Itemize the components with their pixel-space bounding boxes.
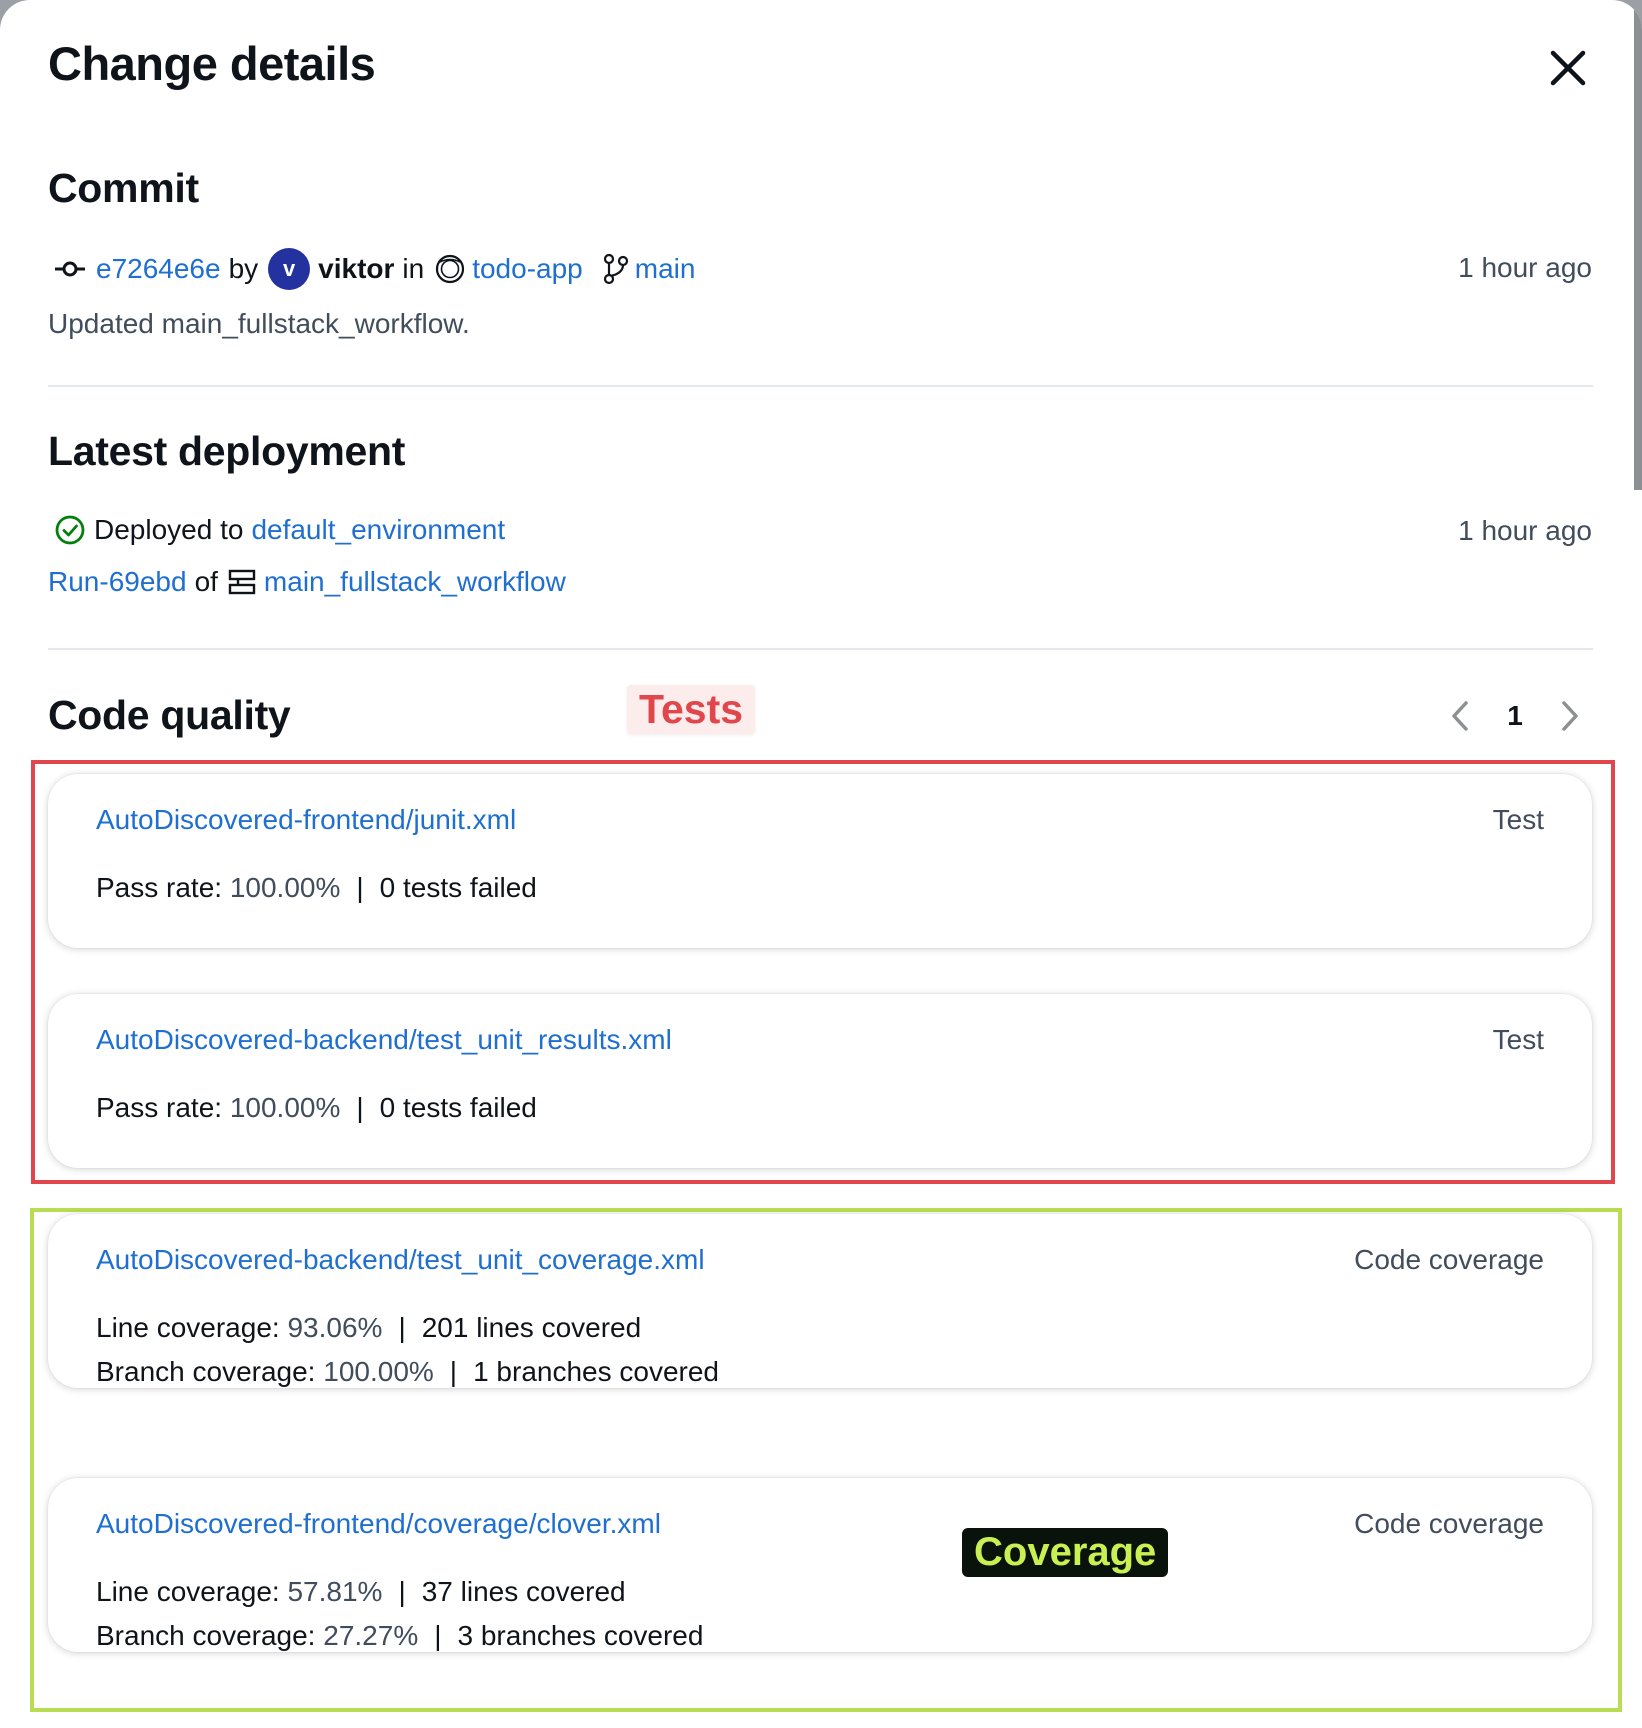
deployment-time: 1 hour ago: [1458, 515, 1592, 546]
avatar: v: [268, 248, 311, 290]
metric-detail: 37 lines covered: [421, 1576, 626, 1607]
metric-separator: |: [449, 1356, 458, 1387]
metric-detail: 3 branches covered: [457, 1620, 704, 1651]
repository-icon: [434, 253, 466, 285]
metric-label: Branch coverage:: [96, 1356, 324, 1387]
commit-section-title: Commit: [48, 165, 199, 211]
commit-author: viktor: [318, 253, 395, 284]
metric-label: Pass rate:: [96, 1092, 230, 1123]
metric-value: 27.27%: [323, 1620, 419, 1651]
metric-separator: |: [434, 1620, 442, 1651]
scrollbar[interactable]: [1634, 0, 1642, 490]
commit-row: e7264e6e by v viktor in todo-app main: [48, 248, 695, 290]
metric-label: Line coverage:: [96, 1576, 288, 1607]
metric-detail: 201 lines covered: [421, 1312, 642, 1343]
commit-id-link[interactable]: e7264e6e: [96, 253, 221, 285]
report-type: Test: [1492, 1024, 1544, 1055]
quality-report-card: AutoDiscovered-frontend/junit.xml Test P…: [48, 774, 1592, 948]
run-of-text: of: [194, 566, 218, 597]
commit-by-text: by: [228, 253, 259, 284]
quality-report-card: AutoDiscovered-backend/test_unit_results…: [48, 994, 1592, 1168]
report-metric-line: Line coverage: 93.06% | 201 lines covered: [96, 1312, 641, 1344]
code-quality-section-title: Code quality: [48, 692, 291, 738]
change-details-panel: Change details Commit e7264e6e by v vikt…: [0, 0, 1642, 1728]
metric-value: 57.81%: [287, 1576, 383, 1607]
deployment-row: Deployed to default_environment: [48, 514, 505, 546]
chevron-right-icon: [1562, 701, 1578, 731]
panel-title: Change details: [48, 37, 376, 90]
report-type: Code coverage: [1354, 1508, 1544, 1539]
close-icon: [1550, 50, 1586, 86]
commit-in-text: in: [402, 253, 425, 284]
report-link[interactable]: AutoDiscovered-frontend/junit.xml: [96, 804, 516, 836]
environment-link[interactable]: default_environment: [251, 514, 505, 546]
deployment-section-title: Latest deployment: [48, 428, 406, 474]
next-page-button[interactable]: [1550, 696, 1590, 736]
commit-icon: [54, 257, 86, 281]
close-button[interactable]: [1544, 44, 1592, 92]
section-divider: [48, 648, 1593, 650]
metric-label: Branch coverage:: [96, 1620, 324, 1651]
metric-separator: |: [356, 1092, 364, 1123]
metric-detail: 1 branches covered: [473, 1356, 720, 1387]
tests-annotation-label: Tests: [627, 685, 756, 734]
run-row: Run-69ebd of main_fullstack_workflow: [48, 566, 566, 598]
metric-value: 100.00%: [323, 1356, 434, 1387]
quality-report-card: AutoDiscovered-backend/test_unit_coverag…: [48, 1214, 1592, 1388]
report-type: Test: [1492, 804, 1544, 835]
previous-page-button[interactable]: [1440, 696, 1480, 736]
report-type: Code coverage: [1354, 1244, 1544, 1275]
metric-detail: 0 tests failed: [379, 872, 537, 903]
quality-report-card: AutoDiscovered-frontend/coverage/clover.…: [48, 1478, 1592, 1652]
repository-link[interactable]: todo-app: [472, 253, 583, 285]
section-divider: [48, 385, 1593, 387]
coverage-annotation-label: Coverage: [962, 1528, 1169, 1577]
commit-time: 1 hour ago: [1458, 252, 1592, 283]
metric-detail: 0 tests failed: [379, 1092, 537, 1123]
metric-separator: |: [356, 872, 364, 903]
chevron-left-icon: [1452, 701, 1468, 731]
branch-icon: [603, 253, 629, 285]
metric-value: 100.00%: [229, 872, 341, 903]
metric-value: 100.00%: [229, 1092, 341, 1123]
report-metric-line: Branch coverage: 100.00% | 1 branches cove…: [96, 1356, 719, 1388]
metric-value: 93.06%: [287, 1312, 383, 1343]
current-page-number[interactable]: 1: [1480, 700, 1550, 732]
report-link[interactable]: AutoDiscovered-frontend/coverage/clover.…: [96, 1508, 661, 1540]
metric-label: Pass rate:: [96, 872, 230, 903]
metric-separator: |: [398, 1576, 406, 1607]
check-circle-icon: [54, 514, 86, 546]
report-link[interactable]: AutoDiscovered-backend/test_unit_coverag…: [96, 1244, 705, 1276]
deployed-to-text: Deployed to: [94, 514, 244, 545]
report-metric-line: Pass rate: 100.00% | 0 tests failed: [96, 1092, 537, 1124]
metric-separator: |: [398, 1312, 406, 1343]
report-metric-line: Line coverage: 57.81% | 37 lines covered: [96, 1576, 626, 1608]
report-metric-line: Pass rate: 100.00% | 0 tests failed: [96, 872, 537, 904]
run-link[interactable]: Run-69ebd: [48, 566, 187, 598]
report-link[interactable]: AutoDiscovered-backend/test_unit_results…: [96, 1024, 672, 1056]
pagination: 1: [1440, 696, 1590, 736]
workflow-link[interactable]: main_fullstack_workflow: [264, 566, 566, 598]
metric-label: Line coverage:: [96, 1312, 288, 1343]
commit-message: Updated main_fullstack_workflow.: [48, 308, 470, 339]
report-metric-line: Branch coverage: 27.27% | 3 branches cover…: [96, 1620, 703, 1652]
branch-link[interactable]: main: [635, 253, 696, 285]
workflow-icon: [228, 568, 256, 596]
